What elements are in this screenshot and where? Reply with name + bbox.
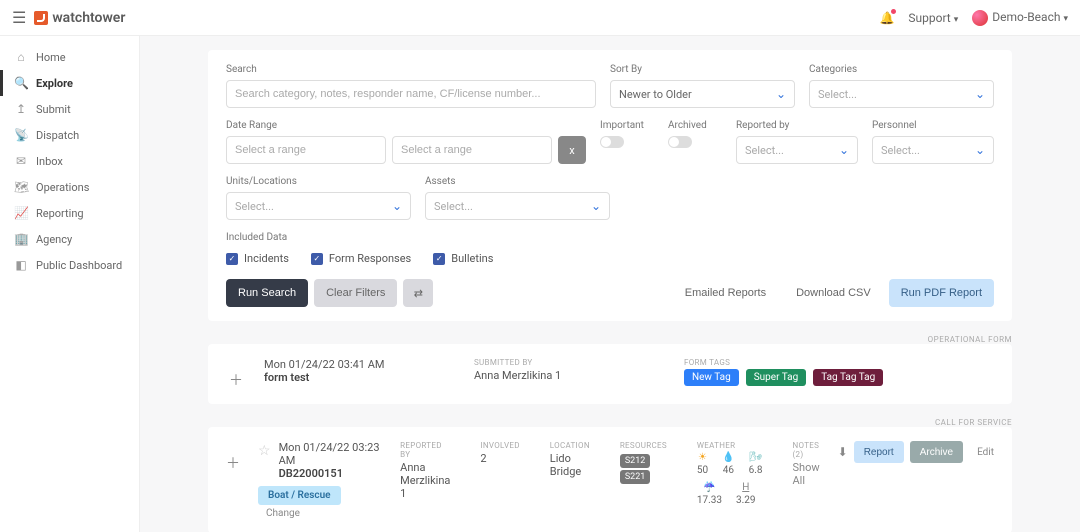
daterange-label: Date Range (226, 120, 586, 131)
assets-label: Assets (425, 176, 610, 187)
reportedby-select[interactable]: Select... (736, 136, 858, 164)
bell-icon[interactable]: 🔔 (879, 11, 894, 25)
section-label-cfs: CALL FOR SERVICE (208, 418, 1012, 427)
result-card-incident: ＋ ☆ Mon 01/24/22 03:23 AM DB22000151 Boa… (208, 427, 1012, 532)
brand[interactable]: watchtower (34, 10, 125, 26)
search-label: Search (226, 64, 596, 75)
sidebar-item-agency[interactable]: 🏢Agency (0, 226, 139, 252)
archive-button[interactable]: Archive (910, 441, 963, 463)
sortby-label: Sort By (610, 64, 795, 75)
account-menu[interactable]: Demo-Beach▾ (972, 10, 1068, 26)
chk-incidents[interactable]: ✓Incidents (226, 252, 289, 265)
show-all-link[interactable]: Show All (792, 461, 819, 487)
sidebar-item-public-dashboard[interactable]: ◧Public Dashboard (0, 252, 139, 278)
units-label: Units/Locations (226, 176, 411, 187)
expand-icon[interactable]: ＋ (226, 453, 240, 473)
form-title: form test (264, 371, 434, 384)
download-csv-button[interactable]: Download CSV (784, 279, 883, 307)
inbox-icon: ✉ (14, 154, 28, 168)
form-tags-label: FORM TAGS (684, 358, 887, 367)
tag[interactable]: Tag Tag Tag (813, 369, 883, 386)
form-tags: New Tag Super Tag Tag Tag Tag (684, 369, 887, 386)
tag[interactable]: New Tag (684, 369, 739, 386)
building-icon: 🏢 (14, 232, 28, 246)
run-search-button[interactable]: Run Search (226, 279, 308, 307)
daterange-from[interactable] (226, 136, 386, 164)
brand-text: watchtower (52, 10, 125, 26)
submitted-by-label: SUBMITTED BY (474, 358, 644, 367)
emailed-reports-button[interactable]: Emailed Reports (673, 279, 778, 307)
sidebar-item-inbox[interactable]: ✉Inbox (0, 148, 139, 174)
sidebar-item-operations[interactable]: 🗺Operations (0, 174, 139, 200)
section-label-operational-form: OPERATIONAL FORM (208, 335, 1012, 344)
swap-sort-button[interactable]: ⇄ (403, 279, 433, 307)
incident-id: DB22000151 (279, 467, 383, 480)
chart-icon: 📈 (14, 206, 28, 220)
download-icon[interactable]: ⬇ (838, 445, 848, 459)
report-button[interactable]: Report (854, 441, 904, 463)
expand-icon[interactable]: ＋ (226, 370, 246, 390)
submitted-by: Anna Merzlikina 1 (474, 369, 644, 382)
map-icon: 🗺 (14, 180, 28, 194)
tag[interactable]: Super Tag (746, 369, 807, 386)
assets-select[interactable]: Select... (425, 192, 610, 220)
search-input[interactable] (226, 80, 596, 108)
archived-label: Archived (668, 120, 722, 131)
categories-select[interactable]: Select... (809, 80, 994, 108)
clear-filters-button[interactable]: Clear Filters (314, 279, 397, 307)
weather: ☀50 💧46 🌬6.8 (697, 452, 763, 476)
submit-icon: ↥ (14, 102, 28, 116)
notes-label: NOTES (2) (792, 441, 819, 459)
result-card-form: ＋ Mon 01/24/22 03:41 AM form test SUBMIT… (208, 344, 1012, 404)
included-label: Included Data (226, 232, 994, 243)
categories-label: Categories (809, 64, 994, 75)
personnel-select[interactable]: Select... (872, 136, 994, 164)
personnel-label: Personnel (872, 120, 994, 131)
category-chip[interactable]: Boat / Rescue (258, 486, 341, 505)
menu-icon[interactable]: ☰ (12, 8, 26, 27)
dispatch-icon: 📡 (14, 128, 28, 142)
chk-bulletins[interactable]: ✓Bulletins (433, 252, 493, 265)
units-select[interactable]: Select... (226, 192, 411, 220)
important-toggle[interactable] (600, 136, 624, 148)
daterange-to[interactable] (392, 136, 552, 164)
sidebar-item-submit[interactable]: ↥Submit (0, 96, 139, 122)
sidebar-item-home[interactable]: ⌂Home (0, 44, 139, 70)
home-icon: ⌂ (14, 50, 28, 64)
sidebar-item-dispatch[interactable]: 📡Dispatch (0, 122, 139, 148)
important-label: Important (600, 120, 654, 131)
brand-icon (34, 11, 48, 25)
archived-toggle[interactable] (668, 136, 692, 148)
sidebar: ⌂Home 🔍Explore ↥Submit 📡Dispatch ✉Inbox … (0, 36, 140, 532)
sortby-select[interactable]: Newer to Older (610, 80, 795, 108)
clear-date-button[interactable]: x (558, 136, 586, 164)
star-icon[interactable]: ☆ (258, 443, 271, 459)
search-icon: 🔍 (14, 76, 28, 90)
timestamp: Mon 01/24/22 03:41 AM (264, 358, 434, 371)
dashboard-icon: ◧ (14, 258, 28, 272)
timestamp: Mon 01/24/22 03:23 AM (279, 441, 383, 467)
run-pdf-button[interactable]: Run PDF Report (889, 279, 994, 307)
sidebar-item-explore[interactable]: 🔍Explore (0, 70, 139, 96)
chk-form-responses[interactable]: ✓Form Responses (311, 252, 411, 265)
change-link[interactable]: Change (266, 508, 300, 519)
filters-panel: Search Sort By Newer to Older Categories… (208, 50, 1012, 321)
reportedby-label: Reported by (736, 120, 858, 131)
sidebar-item-reporting[interactable]: 📈Reporting (0, 200, 139, 226)
support-menu[interactable]: Support▾ (908, 11, 958, 25)
edit-link[interactable]: Edit (977, 447, 994, 458)
